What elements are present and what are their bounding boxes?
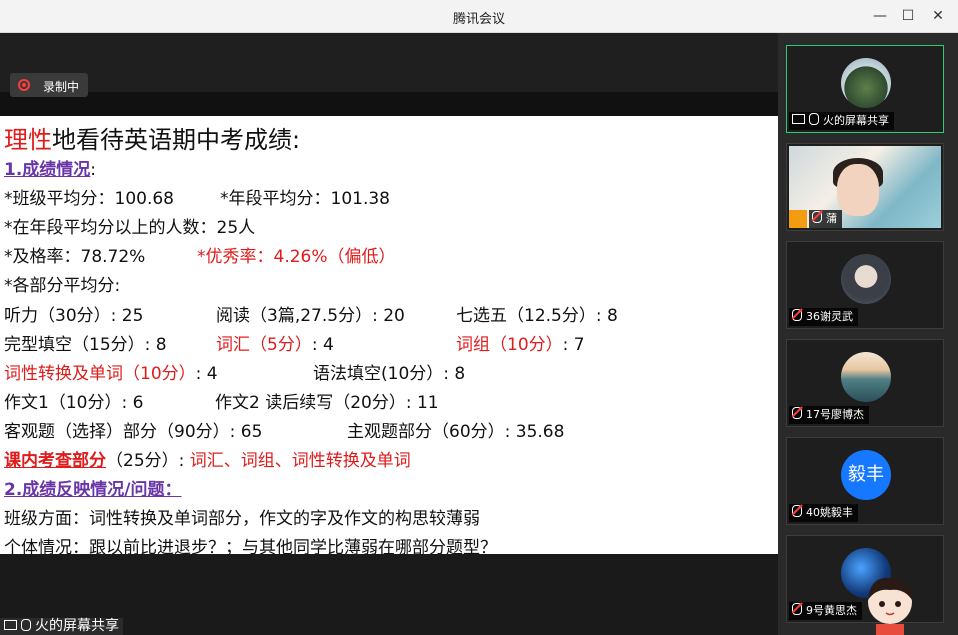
reading-score: 阅读（3篇,27.5分）: 20 <box>216 306 405 326</box>
avatar: 毅丰 <box>841 450 891 500</box>
video-face <box>837 164 879 216</box>
heading-results: 1.成绩情况: <box>4 160 97 180</box>
participant-name: 9号黄思杰 <box>789 602 862 620</box>
mic-icon <box>21 619 31 631</box>
vocab-score: 词汇（5分）: 4 <box>216 335 334 355</box>
subjective-score: 主观题部分（60分）: 35.68 <box>347 422 565 442</box>
title-bar: 腾讯会议 — ☐ ✕ <box>0 0 958 33</box>
close-button[interactable]: ✕ <box>928 6 948 26</box>
avatar <box>841 58 891 108</box>
class-issue: 班级方面：词性转换及单词部分，作文的字及作文的构思较薄弱 <box>4 509 480 529</box>
participant-tile[interactable]: 毅丰 40姚毅丰 <box>786 437 944 525</box>
seven-choose-five-score: 七选五（12.5分）: 8 <box>456 306 618 326</box>
mic-muted-icon <box>792 309 802 321</box>
mic-muted-icon <box>792 407 802 419</box>
cloze-score: 完型填空（15分）: 8 <box>4 335 167 355</box>
heading-issues: 2.成绩反映情况/问题： <box>4 480 182 500</box>
phrase-score: 词组（10分）: 7 <box>456 335 585 355</box>
objective-score: 客观题（选择）部分（90分）: 65 <box>4 422 263 442</box>
screen-share-icon <box>4 620 17 630</box>
pass-rate: *及格率：78.72% <box>4 247 146 267</box>
share-top-bar <box>0 33 778 92</box>
mascot-sticker-icon <box>868 577 912 635</box>
participant-sidebar[interactable]: 火的屏幕共享 蒲 36谢灵武 17号廖博杰 毅丰 40姚毅丰 9号黄思杰 <box>778 33 958 635</box>
participant-tile[interactable]: 17号廖博杰 <box>786 339 944 427</box>
mic-icon <box>809 113 819 125</box>
word-form-score: 词性转换及单词（10分）: 4 <box>4 364 218 384</box>
writing1-score: 作文1（10分）: 6 <box>4 393 144 413</box>
participant-name: 40姚毅丰 <box>789 504 858 522</box>
shared-slide: 理性地看待英语期中考成绩: 1.成绩情况: *班级平均分：100.68 *年段平… <box>0 116 778 554</box>
in-class-exam: 课内考查部分（25分）: 词汇、词组、词性转换及单词 <box>4 451 411 471</box>
record-icon <box>18 79 30 91</box>
recording-badge[interactable]: 录制中 <box>10 73 88 97</box>
participant-name: 17号廖博杰 <box>789 406 869 424</box>
mic-muted-icon <box>792 505 802 517</box>
participant-tile[interactable]: 火的屏幕共享 <box>786 45 944 133</box>
slide-title: 理性地看待英语期中考成绩: <box>4 126 301 154</box>
minimize-button[interactable]: — <box>870 6 890 26</box>
writing2-score: 作文2 读后续写（20分）: 11 <box>215 393 439 413</box>
mic-muted-icon <box>812 211 822 223</box>
grammar-fill-score: 语法填空(10分）: 8 <box>313 364 466 384</box>
above-average-count: *在年段平均分以上的人数：25人 <box>4 218 256 238</box>
window-title: 腾讯会议 <box>452 12 505 27</box>
mic-muted-icon <box>792 603 802 615</box>
maximize-button[interactable]: ☐ <box>898 6 918 26</box>
parts-title: *各部分平均分: <box>4 276 121 296</box>
individual-issue: 个体情况：跟以前比进退步？；与其他同学比薄弱在哪部分题型？ <box>4 538 497 554</box>
listening-score: 听力（30分）: 25 <box>4 306 144 326</box>
participant-tile[interactable]: 蒲 <box>786 143 944 231</box>
recording-label: 录制中 <box>43 80 80 94</box>
share-source-label: 火的屏幕共享 <box>0 618 123 635</box>
person-icon <box>789 210 807 228</box>
class-average: *班级平均分：100.68 <box>4 189 174 209</box>
grade-average: *年段平均分：101.38 <box>220 189 390 209</box>
participant-tile[interactable]: 36谢灵武 <box>786 241 944 329</box>
avatar <box>841 254 891 304</box>
participant-name: 36谢灵武 <box>789 308 858 326</box>
avatar <box>841 352 891 402</box>
screen-share-icon <box>792 114 805 124</box>
excellent-rate: *优秀率：4.26%（偏低） <box>197 247 396 267</box>
participant-name: 蒲 <box>809 210 842 228</box>
screen-share-area: 录制中 理性地看待英语期中考成绩: 1.成绩情况: *班级平均分：100.68 … <box>0 33 778 635</box>
participant-name: 火的屏幕共享 <box>789 112 894 130</box>
